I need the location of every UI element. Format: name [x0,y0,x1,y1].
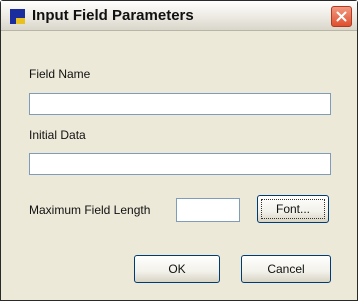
close-icon [336,11,347,22]
cancel-button[interactable]: Cancel [241,255,331,283]
close-button[interactable] [331,6,352,27]
window-title: Input Field Parameters [32,7,194,24]
field-name-label: Field Name [29,67,91,81]
max-field-length-input[interactable] [176,198,240,222]
dialog-window: Input Field Parameters Field Name Initia… [0,0,358,301]
initial-data-label: Initial Data [29,128,86,142]
initial-data-input[interactable] [29,153,331,175]
app-window-icon [10,9,25,24]
ok-button[interactable]: OK [134,255,220,283]
field-name-input[interactable] [29,93,331,115]
title-bar[interactable]: Input Field Parameters [1,1,357,31]
font-button[interactable]: Font... [257,195,329,223]
max-field-length-label: Maximum Field Length [29,203,151,217]
